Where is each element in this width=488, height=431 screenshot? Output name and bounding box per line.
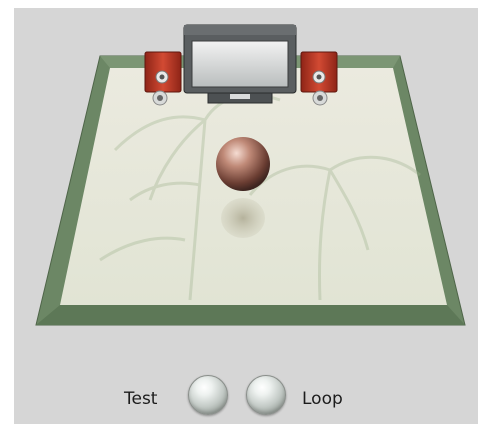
loop-button[interactable] [246,375,286,415]
speaker-setup-panel: Test Loop [0,0,488,431]
test-button[interactable] [188,375,228,415]
test-label: Test [124,389,158,409]
listener-reflection [221,198,265,238]
room-scene [35,24,466,326]
loop-label: Loop [302,389,343,409]
monitor-icon[interactable] [183,24,297,104]
listener-sphere-icon[interactable] [216,137,270,191]
